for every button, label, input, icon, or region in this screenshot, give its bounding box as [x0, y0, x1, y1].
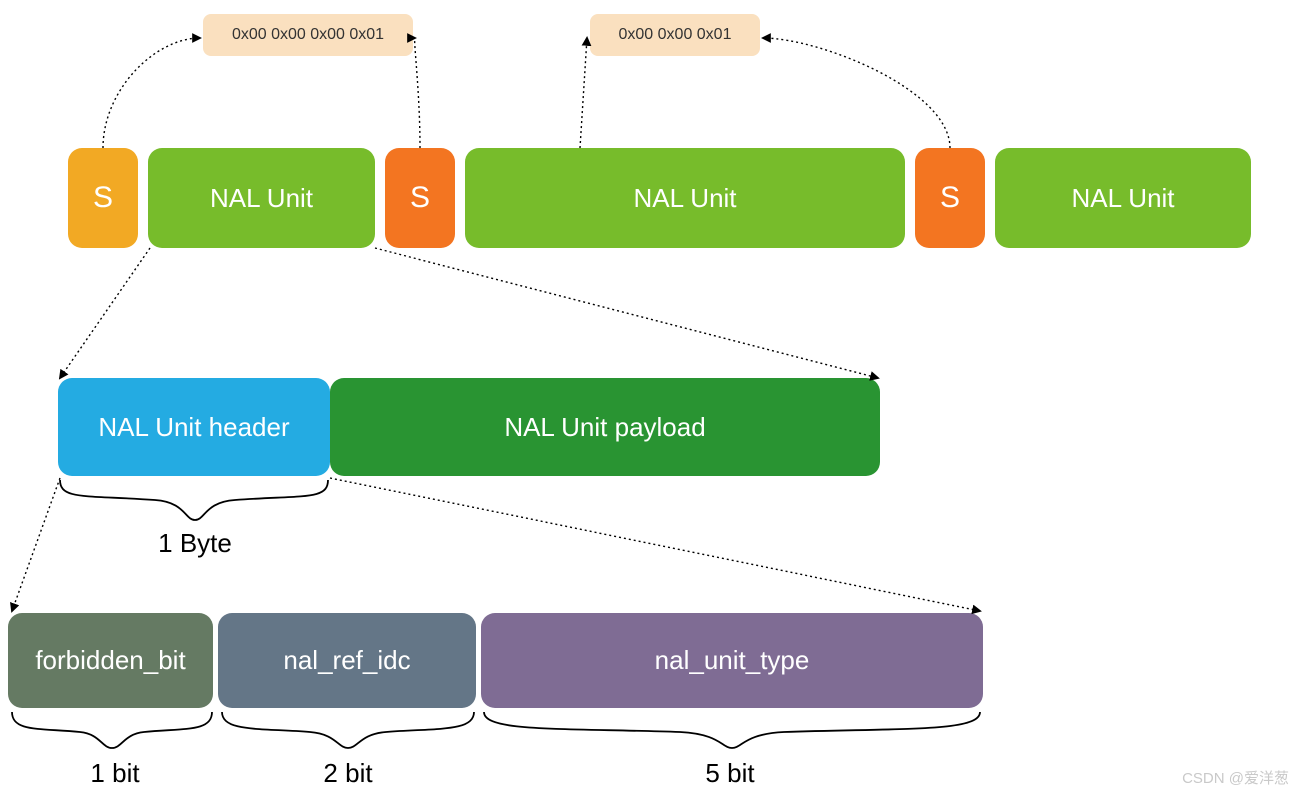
block-nal-unit-2: NAL Unit	[465, 148, 905, 248]
watermark: CSDN @爱洋葱	[1182, 767, 1289, 788]
block-nal-unit-1: NAL Unit	[148, 148, 375, 248]
annotation-startcode-3byte: 0x00 0x00 0x01	[590, 14, 760, 56]
label-bits-3: 5 bit	[680, 758, 780, 789]
label-bits-1: 1 bit	[75, 758, 155, 789]
block-nal-header: NAL Unit header	[58, 378, 330, 476]
block-nal-ref-idc: nal_ref_idc	[218, 613, 476, 708]
block-forbidden-bit: forbidden_bit	[8, 613, 213, 708]
block-start-3: S	[915, 148, 985, 248]
block-nal-unit-3: NAL Unit	[995, 148, 1251, 248]
block-nal-unit-type: nal_unit_type	[481, 613, 983, 708]
label-header-byte: 1 Byte	[130, 528, 260, 559]
annotation-startcode-4byte: 0x00 0x00 0x00 0x01	[203, 14, 413, 56]
block-start-1: S	[68, 148, 138, 248]
block-start-2: S	[385, 148, 455, 248]
block-nal-payload: NAL Unit payload	[330, 378, 880, 476]
label-bits-2: 2 bit	[298, 758, 398, 789]
